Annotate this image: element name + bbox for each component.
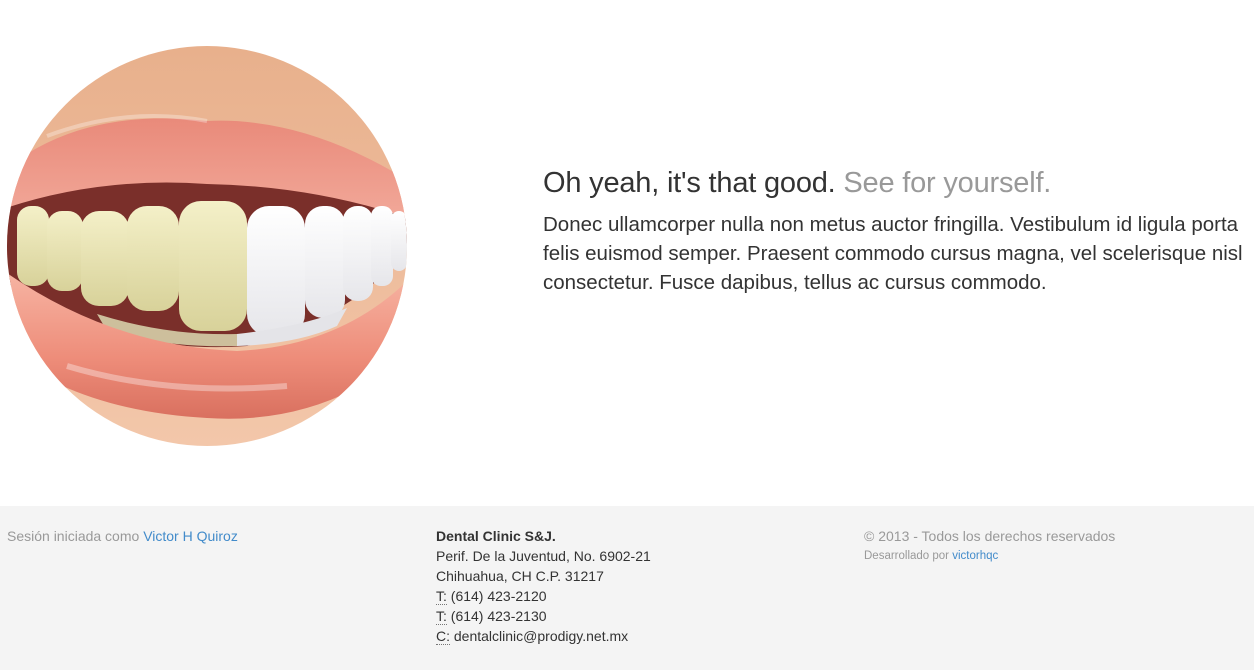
email-label: C:	[436, 628, 450, 645]
address-line-2: Chihuahua, CH C.P. 31217	[436, 568, 604, 584]
address-line-1: Perif. De la Juventud, No. 6902-21	[436, 548, 651, 564]
phone-2-label: T:	[436, 608, 447, 625]
footer-address: Dental Clinic S&J. Perif. De la Juventud…	[436, 526, 651, 646]
footer: Sesión iniciada como Victor H Quiroz Den…	[0, 506, 1254, 670]
email: C: dentalclinic@prodigy.net.mx	[436, 626, 651, 646]
hero-heading-muted: See for yourself.	[843, 167, 1052, 199]
phone-1-label: T:	[436, 588, 447, 605]
hero-image-smile	[7, 46, 407, 446]
session-prefix: Sesión iniciada como	[7, 528, 140, 544]
hero-heading: Oh yeah, it's that good. See for yoursel…	[543, 164, 1243, 202]
phone-1: T: (614) 423-2120	[436, 586, 651, 606]
smile-illustration	[7, 46, 407, 446]
phone-2-number: (614) 423-2130	[450, 608, 547, 624]
developer-link[interactable]: victorhqc	[952, 550, 998, 562]
hero-text-block: Oh yeah, it's that good. See for yoursel…	[543, 164, 1243, 297]
session-user-link[interactable]: Victor H Quiroz	[143, 528, 238, 544]
footer-session-info: Sesión iniciada como Victor H Quiroz	[7, 526, 238, 546]
clinic-name: Dental Clinic S&J.	[436, 528, 556, 544]
phone-1-number: (614) 423-2120	[450, 588, 547, 604]
developer-credit: Desarrollado por victorhqc	[864, 547, 1115, 565]
footer-copyright: © 2013 - Todos los derechos reservados D…	[864, 526, 1115, 565]
phone-2: T: (614) 423-2130	[436, 606, 651, 626]
developed-prefix: Desarrollado por	[864, 550, 950, 562]
hero-section: Oh yeah, it's that good. See for yoursel…	[0, 0, 1254, 506]
hero-heading-main: Oh yeah, it's that good.	[543, 167, 836, 199]
copyright-text: © 2013 - Todos los derechos reservados	[864, 528, 1116, 544]
hero-lead-text: Donec ullamcorper nulla non metus auctor…	[543, 213, 1243, 294]
email-address: dentalclinic@prodigy.net.mx	[453, 628, 629, 644]
